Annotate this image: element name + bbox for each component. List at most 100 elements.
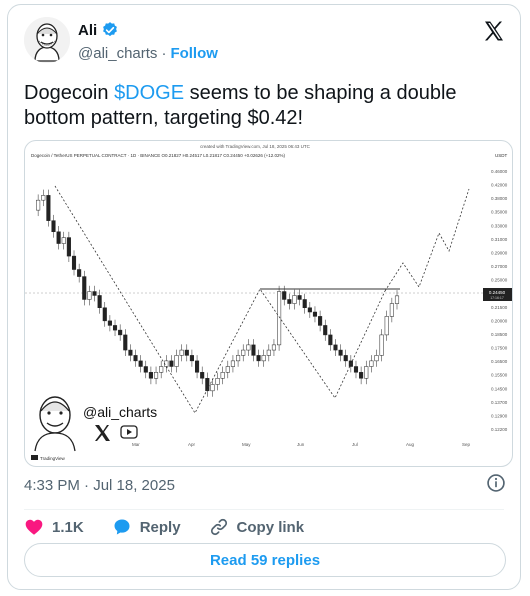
y-tick-label: 0.12200: [491, 427, 508, 432]
candle-body: [384, 316, 389, 336]
tradingview-logo: TradingView: [31, 455, 66, 461]
y-tick-label: 0.31000: [491, 237, 508, 242]
y-tick-label: 0.35000: [491, 210, 508, 215]
link-icon: [210, 518, 227, 536]
tweet-text: Dogecoin $DOGE seems to be shaping a dou…: [24, 81, 504, 131]
y-tick-label: 0.17500: [491, 346, 508, 351]
candle-body: [46, 195, 51, 221]
tweet-media-chart[interactable]: created with TradingView.com, Jul 18, 20…: [24, 140, 513, 467]
y-tick-label: 0.15500: [491, 373, 508, 378]
x-logo-icon[interactable]: [482, 19, 506, 43]
watermark-avatar: [34, 396, 76, 452]
x-tick-label: Aug: [406, 442, 415, 447]
candle-body: [195, 360, 200, 373]
candle-body: [112, 325, 118, 331]
candle-body: [292, 295, 297, 304]
candle-body: [353, 366, 359, 373]
copy-link-button[interactable]: Copy link: [209, 517, 305, 537]
y-tick-label: 0.14500: [491, 386, 508, 391]
tweet-text-prefix: Dogecoin: [24, 82, 115, 104]
tweet-card: Ali @ali_charts · Follow Dogecoin $DOGE …: [7, 4, 521, 590]
x-tick-label: Apr: [188, 442, 196, 447]
candle-body: [133, 355, 138, 362]
candle-body: [394, 295, 400, 304]
candle-body: [107, 320, 112, 326]
candle-body: [277, 291, 282, 346]
watermark-youtube-icon: [120, 425, 138, 439]
candle-body: [138, 360, 143, 367]
like-button[interactable]: 1.1K: [24, 517, 84, 537]
candle-body: [379, 334, 384, 356]
divider: [24, 509, 504, 510]
candle-body: [184, 349, 189, 356]
y-tick-label: 0.38000: [491, 196, 508, 201]
avatar[interactable]: [24, 17, 70, 63]
y-tick-label: 0.21500: [491, 305, 508, 310]
x-axis: Mar Apr May Jun Jul Aug Sep: [132, 442, 471, 447]
candle-body: [148, 372, 153, 379]
author-name[interactable]: Ali: [78, 22, 97, 39]
x-tick-label: Jul: [352, 442, 358, 447]
reply-label: Reply: [139, 518, 181, 536]
candle-body: [323, 325, 328, 336]
candle-body: [92, 291, 97, 296]
projection-path: [384, 188, 470, 292]
candle-body: [210, 384, 215, 392]
candle-body: [297, 295, 302, 300]
cashtag-link[interactable]: $DOGE: [114, 82, 184, 104]
y-tick-label: 0.25000: [491, 278, 508, 283]
candle-body: [328, 334, 333, 346]
currency-label: USDT: [495, 153, 508, 158]
candle-body: [374, 355, 379, 362]
candle-body: [266, 349, 271, 356]
candle-body: [256, 355, 261, 362]
verified-badge-icon: [103, 22, 118, 37]
like-count: 1.1K: [52, 518, 84, 536]
candle-body: [41, 195, 46, 201]
candle-body: [359, 372, 364, 379]
candle-body: [282, 291, 287, 300]
tweet-timestamp[interactable]: 4:33 PM · Jul 18, 2025: [24, 477, 175, 494]
candle-body: [82, 276, 87, 300]
info-icon[interactable]: [486, 473, 506, 493]
candle-body: [333, 344, 338, 351]
candle-body: [241, 349, 246, 356]
candle-body: [153, 372, 159, 379]
candle-body: [159, 366, 164, 373]
candle-body: [236, 355, 241, 362]
candle-body: [220, 372, 225, 379]
candle-body: [215, 378, 220, 385]
copy-link-label: Copy link: [236, 518, 305, 536]
candle-body: [338, 349, 343, 356]
created-with-label: created with TradingView.com, Jul 18, 20…: [200, 144, 310, 149]
reply-bubble-icon: [114, 519, 130, 535]
y-tick-label: 0.33000: [491, 223, 508, 228]
candle-body: [389, 303, 394, 317]
candle-body: [56, 231, 61, 244]
y-tick-label: 0.29000: [491, 250, 508, 255]
y-tick-label: 0.13700: [491, 400, 508, 405]
x-tick-label: Mar: [132, 442, 140, 447]
author-handle[interactable]: @ali_charts: [78, 45, 157, 62]
follow-button[interactable]: Follow: [170, 45, 218, 62]
x-tick-label: Jun: [297, 442, 305, 447]
candle-body: [123, 334, 128, 351]
candle-body: [302, 299, 307, 308]
tradingview-brand: TradingView: [40, 456, 66, 461]
watermark-handle: @ali_charts: [83, 404, 157, 420]
candle-body: [307, 307, 312, 313]
candle-body: [364, 366, 369, 379]
candle-body: [189, 355, 194, 362]
price-chart: created with TradingView.com, Jul 18, 20…: [25, 144, 512, 461]
handle-separator: ·: [161, 45, 167, 62]
candle-body: [318, 316, 323, 326]
candle-body: [230, 360, 235, 367]
candle-body: [77, 269, 82, 277]
candle-body: [143, 366, 148, 373]
candle-body: [312, 311, 318, 317]
heart-icon: [25, 519, 43, 535]
candle-body: [36, 199, 41, 211]
reply-button[interactable]: Reply: [112, 517, 181, 537]
y-tick-label: 0.12900: [491, 413, 508, 418]
read-replies-button[interactable]: Read 59 replies: [24, 543, 506, 577]
